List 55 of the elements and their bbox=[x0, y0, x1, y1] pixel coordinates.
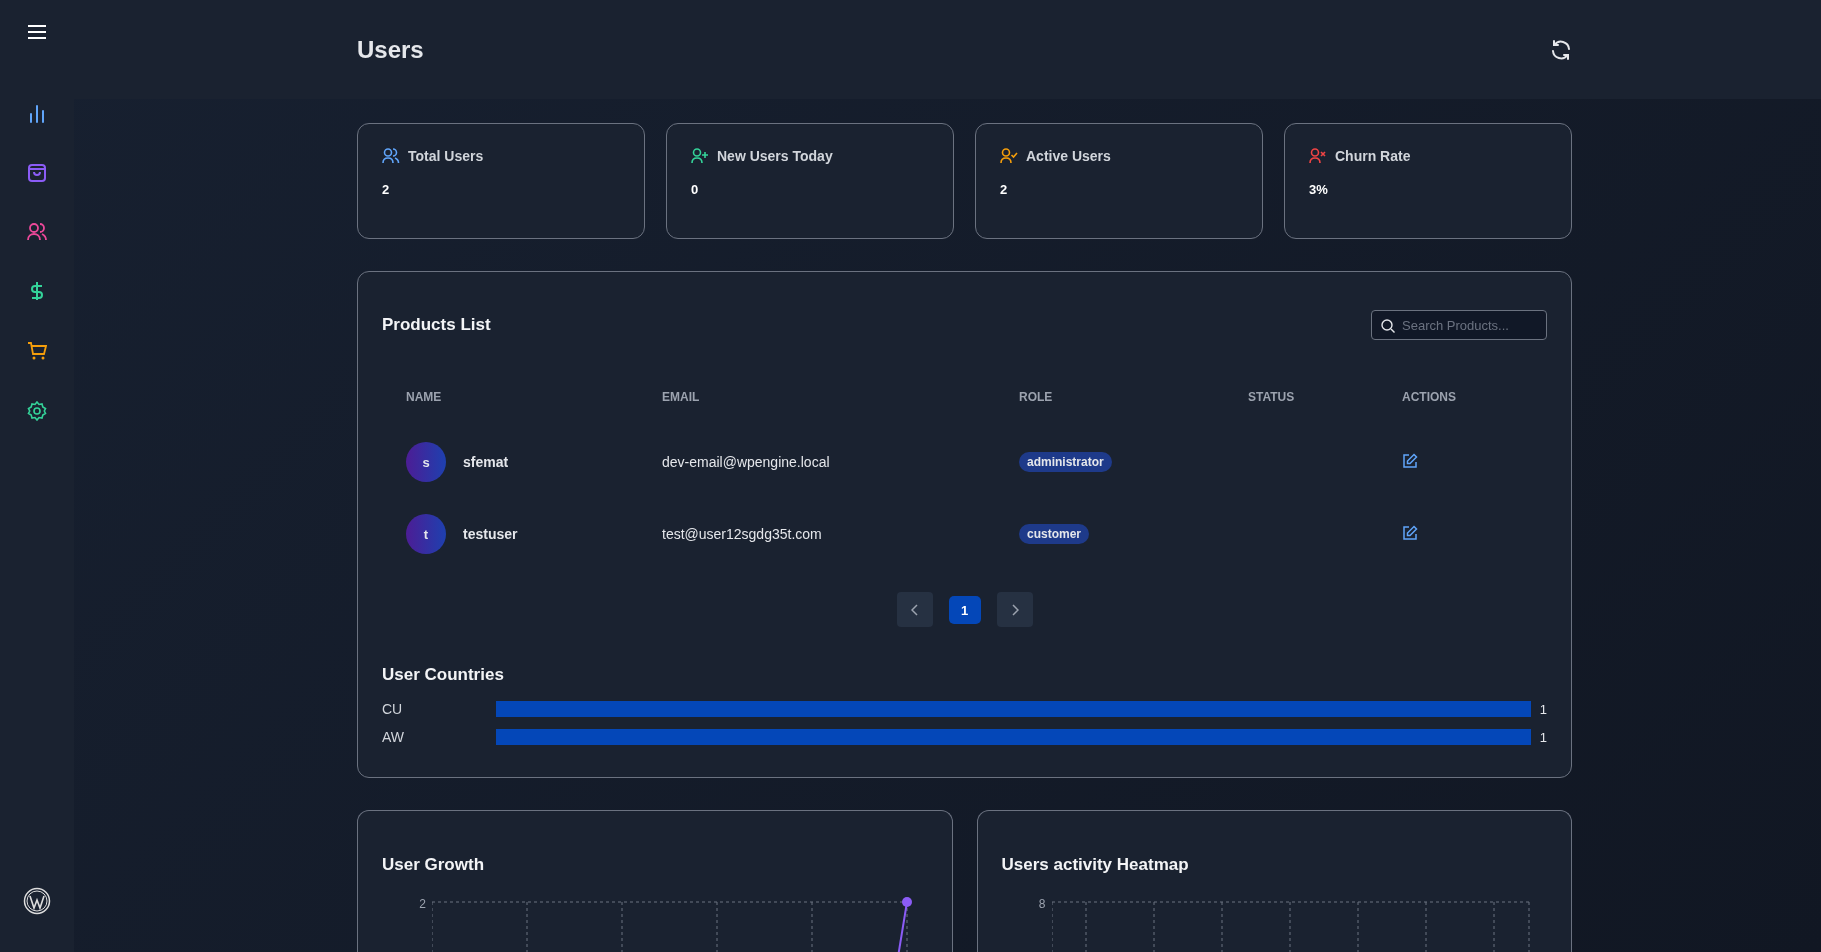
stat-label: Active Users bbox=[1026, 148, 1111, 164]
search-icon bbox=[1381, 319, 1395, 333]
column-header: ROLE bbox=[1019, 390, 1248, 426]
stat-label: Churn Rate bbox=[1335, 148, 1411, 164]
menu-icon[interactable] bbox=[28, 25, 46, 39]
country-label: CU bbox=[382, 701, 404, 717]
previous-page-button[interactable] bbox=[896, 592, 933, 627]
user-icon bbox=[1000, 148, 1018, 164]
users-icon[interactable] bbox=[27, 223, 47, 241]
user-icon bbox=[1309, 148, 1327, 164]
stat-label: New Users Today bbox=[717, 148, 833, 164]
bar-chart-icon[interactable] bbox=[29, 105, 45, 123]
settings-icon[interactable] bbox=[27, 401, 47, 421]
refresh-icon[interactable] bbox=[1550, 38, 1572, 61]
user-icon bbox=[382, 148, 400, 164]
chart-title: User Growth bbox=[382, 855, 486, 875]
column-header: EMAIL bbox=[662, 390, 1019, 426]
column-header: STATUS bbox=[1248, 390, 1402, 426]
section-title: User Countries bbox=[382, 665, 505, 685]
stat-value: 0 bbox=[691, 182, 700, 197]
email-text: dev-email@wpengine.local bbox=[662, 454, 830, 470]
column-header: ACTIONS bbox=[1402, 390, 1457, 406]
section-title: Products List bbox=[382, 315, 491, 335]
avatar: s bbox=[406, 442, 446, 482]
chart-title: Users activity Heatmap bbox=[1001, 855, 1190, 875]
user-icon bbox=[691, 148, 709, 164]
cart-icon[interactable] bbox=[27, 341, 47, 361]
search-field[interactable]: Search Products... bbox=[1371, 310, 1547, 340]
page-title: Users bbox=[357, 35, 424, 64]
stat-value: 2 bbox=[382, 182, 391, 197]
dollar-icon[interactable] bbox=[30, 281, 44, 301]
email-text: test@user12sgdg35t.com bbox=[662, 526, 822, 542]
user-name: testuser bbox=[463, 526, 518, 542]
column-header: NAME bbox=[382, 390, 662, 426]
chevron-left-icon bbox=[910, 603, 919, 616]
chevron-right-icon bbox=[1010, 603, 1019, 616]
stat-label: Total Users bbox=[408, 148, 484, 164]
role-badge: customer bbox=[1019, 524, 1090, 544]
axis-tick-label: 2 bbox=[418, 897, 426, 911]
shopping-bag-icon[interactable] bbox=[27, 163, 47, 183]
axis-tick-label: 8 bbox=[1037, 897, 1046, 911]
stat-value: 3% bbox=[1309, 182, 1329, 197]
avatar: t bbox=[406, 514, 446, 554]
country-label: AW bbox=[382, 729, 406, 745]
bar-value-label: 1 bbox=[1538, 729, 1547, 745]
wordpress-logo-icon[interactable] bbox=[23, 887, 51, 915]
edit-icon[interactable] bbox=[1402, 524, 1418, 541]
user-name: sfemat bbox=[463, 454, 509, 470]
trend-line bbox=[897, 897, 912, 952]
edit-icon[interactable] bbox=[1402, 452, 1418, 469]
page-button[interactable]: 1 bbox=[948, 596, 981, 624]
next-page-button[interactable] bbox=[996, 592, 1033, 627]
role-badge: administrator bbox=[1019, 452, 1112, 472]
stat-value: 2 bbox=[1000, 182, 1009, 197]
bar-value-label: 1 bbox=[1538, 701, 1547, 717]
